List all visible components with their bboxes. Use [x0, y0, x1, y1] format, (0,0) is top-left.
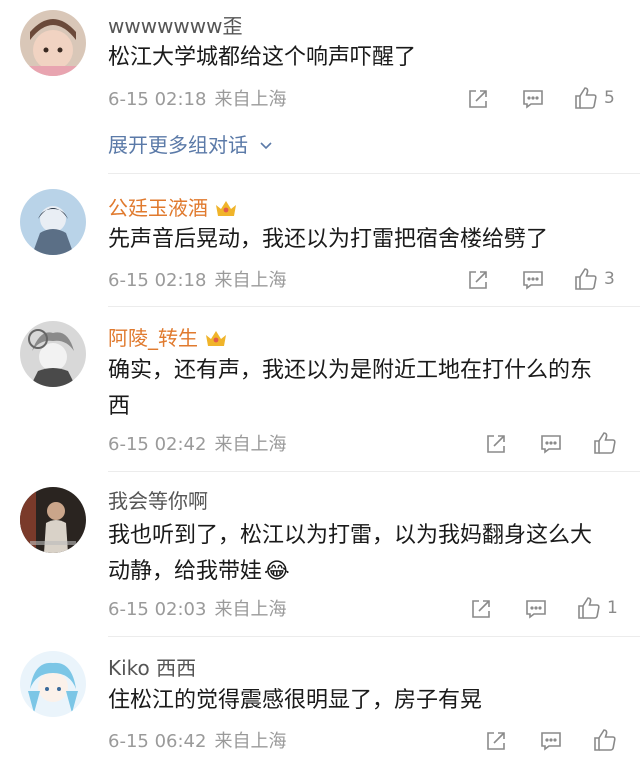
comment-meta: 6-15 06:42 来自上海 [108, 731, 286, 753]
comment-bubble-icon [526, 600, 546, 619]
like-button[interactable]: 1 [577, 596, 618, 620]
crown-icon [216, 201, 236, 216]
location: 来自上海 [214, 270, 287, 291]
comment-text: 先声音后晃动，我还以为打雷把宿舍楼给劈了 [108, 227, 549, 252]
timestamp: 6-15 06:42 [108, 731, 207, 752]
location: 来自上海 [214, 599, 287, 620]
thumbs-up-icon [594, 432, 616, 454]
username-text: 阿陵_转生 [108, 326, 198, 350]
chevron-down-icon [260, 142, 272, 150]
comment-meta: 6-15 02:03 来自上海 [108, 599, 286, 621]
expand-label: 展开更多组对话 [108, 133, 248, 157]
comment-text: 松江大学城都给这个响声吓醒了 [108, 45, 417, 70]
expand-conversation-link[interactable]: 展开更多组对话 [108, 133, 274, 157]
thumbs-up-icon [594, 729, 616, 751]
crown-icon [206, 331, 226, 346]
timestamp: 6-15 02:18 [108, 89, 207, 110]
share-square-icon [469, 90, 487, 108]
share-square-icon [469, 271, 487, 289]
comment-bubble-icon [541, 732, 561, 751]
divider [108, 173, 640, 174]
avatar[interactable] [20, 321, 86, 387]
location: 来自上海 [214, 434, 287, 455]
avatar[interactable] [20, 10, 86, 76]
thumbs-up-icon [578, 597, 600, 619]
avatar[interactable] [20, 189, 86, 255]
comment-text: 我也听到了，松江以为打雷，以为我妈翻身这么大动静，给我带娃😂 [108, 518, 608, 590]
forward-button[interactable] [467, 269, 489, 291]
divider [108, 306, 640, 307]
like-count: 1 [607, 598, 618, 618]
reply-button[interactable] [525, 598, 547, 620]
reply-button[interactable] [540, 730, 562, 752]
forward-button[interactable] [470, 598, 492, 620]
comment-bubble-icon [523, 271, 543, 290]
comment-text: 住松江的觉得震感很明显了，房子有晃 [108, 688, 483, 713]
forward-button[interactable] [467, 88, 489, 110]
like-button[interactable]: 5 [574, 86, 615, 110]
username[interactable]: 我会等你啊 [108, 489, 208, 513]
reply-button[interactable] [522, 88, 544, 110]
share-square-icon [472, 600, 490, 618]
forward-button[interactable] [485, 730, 507, 752]
thumbs-up-icon [575, 268, 597, 290]
location: 来自上海 [214, 89, 287, 110]
like-button[interactable] [593, 431, 623, 455]
like-button[interactable] [593, 728, 623, 752]
like-count: 3 [604, 269, 615, 289]
forward-button[interactable] [485, 433, 507, 455]
username-text: 公廷玉液酒 [108, 196, 208, 220]
divider [108, 636, 640, 637]
laughing-emoji-icon: 😂 [264, 559, 290, 584]
divider [108, 471, 640, 472]
comment-bubble-icon [523, 90, 543, 109]
comment-text-body: 我也听到了，松江以为打雷，以为我妈翻身这么大动静，给我带娃 [108, 523, 593, 584]
comment-meta: 6-15 02:18 来自上海 [108, 89, 286, 111]
timestamp: 6-15 02:03 [108, 599, 207, 620]
reply-button[interactable] [540, 433, 562, 455]
thumbs-up-icon [575, 87, 597, 109]
comment-bubble-icon [541, 435, 561, 454]
avatar[interactable] [20, 651, 86, 717]
timestamp: 6-15 02:42 [108, 434, 207, 455]
share-square-icon [487, 435, 505, 453]
username[interactable]: wwwwwww歪 [108, 14, 243, 38]
like-count: 5 [604, 88, 615, 108]
location: 来自上海 [214, 731, 287, 752]
username[interactable]: Kiko 西西 [108, 656, 196, 680]
comment-meta: 6-15 02:42 来自上海 [108, 434, 286, 456]
username[interactable]: 公廷玉液酒 [108, 196, 238, 220]
share-square-icon [487, 732, 505, 750]
username[interactable]: 阿陵_转生 [108, 326, 228, 350]
avatar[interactable] [20, 487, 86, 553]
timestamp: 6-15 02:18 [108, 270, 207, 291]
comment-text: 确实，还有声，我还以为是附近工地在打什么的东西 [108, 358, 593, 419]
comment-meta: 6-15 02:18 来自上海 [108, 270, 286, 292]
like-button[interactable]: 3 [574, 267, 615, 291]
reply-button[interactable] [522, 269, 544, 291]
